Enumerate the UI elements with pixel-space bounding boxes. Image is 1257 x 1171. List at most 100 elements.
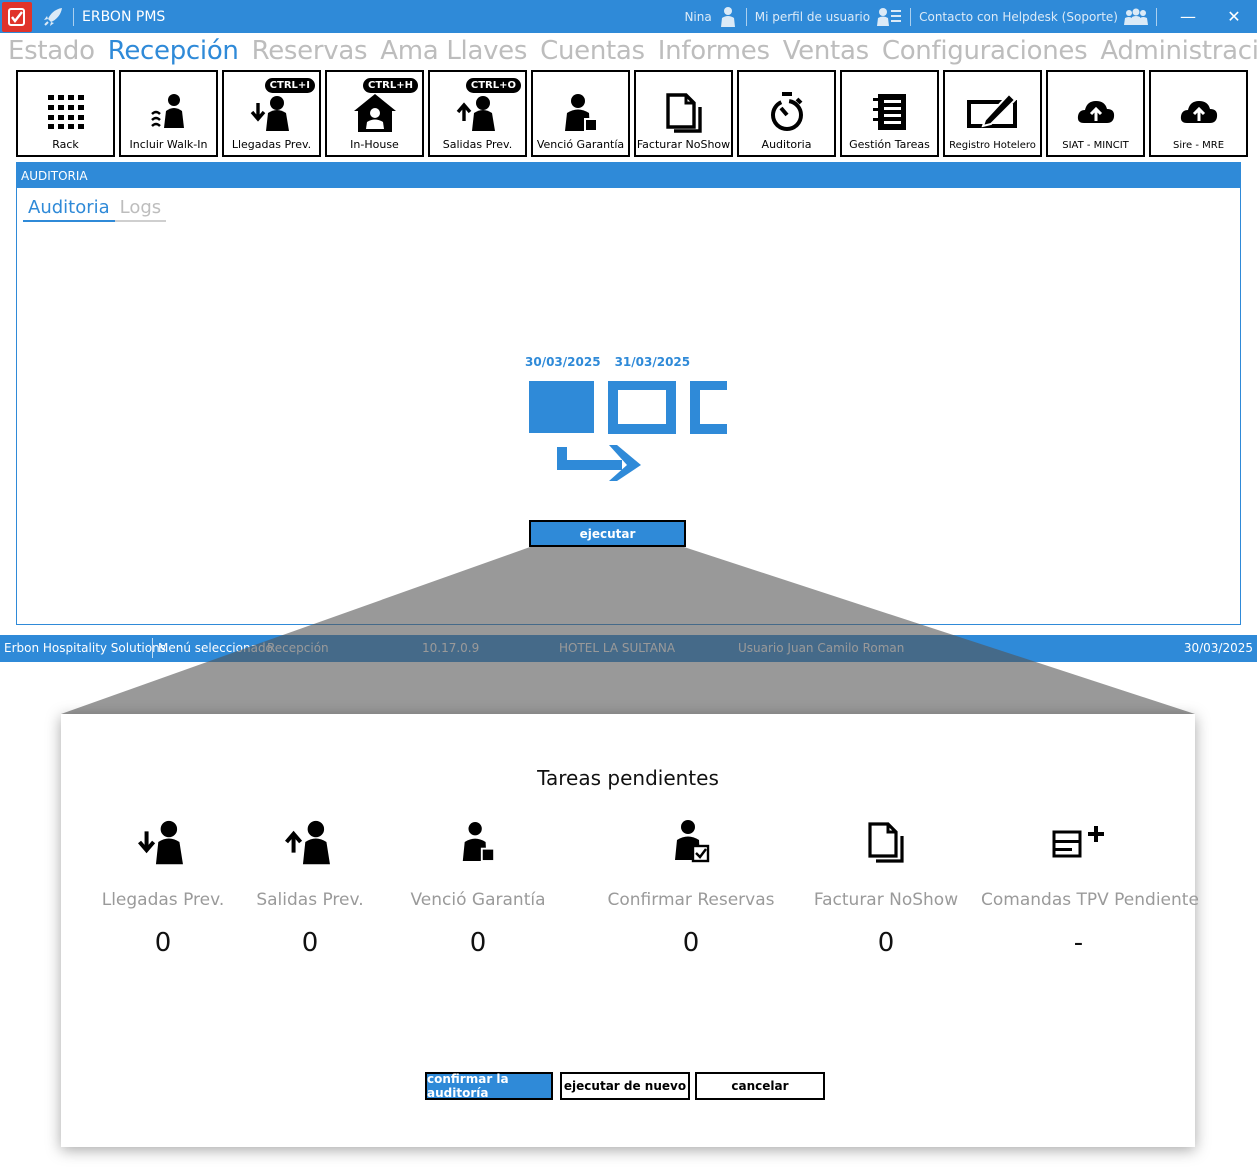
task-count: 0 [301,928,319,958]
menu-item-estado[interactable]: Estado [8,36,95,66]
task-label: Llegadas Prev. [101,890,225,910]
task-noshow: Facturar NoShow 0 [811,814,961,958]
user-icon [720,6,735,27]
status-version: 10.17.0.9 [422,641,480,655]
menu-item-ventas[interactable]: Ventas [783,36,869,66]
rerun-button[interactable]: ejecutar de nuevo [560,1072,690,1100]
guarantee-icon [398,814,558,870]
guarantee-button[interactable]: Venció Garantía [531,70,630,157]
guarantee-label: Venció Garantía [536,138,625,151]
grid-icon [18,90,113,134]
helpdesk-link[interactable]: Contacto con Helpdesk (Soporte) [919,8,1148,26]
title-separator [73,7,74,26]
in-house-label: In-House [350,138,399,151]
status-separator [152,638,153,658]
audit-tabs: Auditoria Logs [23,197,167,222]
user-name: Nina [684,9,712,24]
rocket-icon[interactable] [41,5,65,29]
tab-logs[interactable]: Logs [114,197,167,222]
guarantee-icon [533,90,628,134]
walk-in-button[interactable]: Incluir Walk-In [119,70,218,157]
documents-icon [636,90,731,134]
menu-item-configuraciones[interactable]: Configuraciones [882,36,1088,66]
menu-item-administracion[interactable]: Administración [1100,36,1257,66]
audit-button[interactable]: Auditoria [737,70,836,157]
noshow-button[interactable]: Facturar NoShow [634,70,733,157]
arrival-icon [224,90,319,134]
walk-in-icon [121,90,216,134]
title-separator [745,7,747,26]
tab-auditoria[interactable]: Auditoria [23,197,115,222]
close-button[interactable]: ✕ [1211,0,1257,33]
siat-button[interactable]: SIAT - MINCIT [1046,70,1145,157]
tasks-label: Gestión Tareas [849,138,930,151]
panel-header: AUDITORIA [17,163,1240,188]
profile-label: Mi perfil de usuario [754,9,871,24]
siat-label: SIAT - MINCIT [1062,140,1129,151]
profile-link[interactable]: Mi perfil de usuario [755,7,902,27]
group-icon [1124,8,1148,25]
date-to: 31/03/2025 [614,355,691,369]
task-pos-orders: Comandas TPV Pendiente - [981,814,1199,958]
arrivals-button[interactable]: CTRL+I Llegadas Prev. [222,70,321,157]
task-count: 0 [154,928,172,958]
status-company: Erbon Hospitality Solutions [4,641,166,655]
rack-label: Rack [52,138,79,151]
arrival-icon [83,814,243,870]
add-list-icon [981,814,1176,870]
task-label: Confirmar Reservas [607,890,775,910]
cloud-upload-icon [1151,90,1246,134]
confirm-audit-button[interactable]: confirmar la auditoría [425,1072,553,1100]
menu-item-recepcion[interactable]: Recepción [108,36,239,66]
sign-icon [945,90,1040,134]
task-count: 0 [469,928,487,958]
pending-tasks-dialog: Tareas pendientes Llegadas Prev. 0 Salid… [61,714,1199,1147]
menu-item-ama-llaves[interactable]: Ama Llaves [380,36,527,66]
menu-item-reservas[interactable]: Reservas [252,36,368,66]
stopwatch-icon [739,90,834,134]
sire-label: Sire - MRE [1172,140,1225,151]
in-house-button[interactable]: CTRL+H In-House [325,70,424,157]
app-title: ERBON PMS [82,8,166,25]
task-label: Comandas TPV Pendiente [981,890,1199,910]
departures-label: Salidas Prev. [442,138,513,151]
execute-button[interactable]: ejecutar [529,520,686,547]
app-logo-icon [2,1,32,32]
house-icon [327,90,422,134]
status-menu-value: Recepción [267,641,329,655]
title-separator [910,7,912,26]
task-count: 0 [682,928,700,958]
status-bar: Erbon Hospitality Solutions Menú selecci… [0,635,1257,662]
title-bar: ERBON PMS Nina Mi perfil de usuario Cont… [0,0,1257,33]
audit-label: Auditoria [761,138,812,151]
cloud-upload-icon [1048,90,1143,134]
rack-button[interactable]: Rack [16,70,115,157]
day-close-icon [527,380,731,489]
sire-button[interactable]: Sire - MRE [1149,70,1248,157]
main-menu: Estado Recepción Reservas Ama Llaves Cue… [8,36,1257,66]
reception-toolbar: Rack Incluir Walk-In CTRL+I Llegadas Pre… [16,70,1248,157]
task-departures: Salidas Prev. 0 [235,814,385,958]
menu-item-cuentas[interactable]: Cuentas [540,36,645,66]
hotel-registry-label: Registro Hotelero [949,140,1036,151]
task-label: Facturar NoShow [813,890,959,910]
task-label: Salidas Prev. [256,890,364,910]
dialog-title: Tareas pendientes [537,766,719,790]
noshow-label: Facturar NoShow [636,138,731,151]
date-from: 30/03/2025 [525,355,601,369]
status-date: 30/03/2025 [1183,641,1253,655]
cancel-button[interactable]: cancelar [695,1072,825,1100]
user-menu[interactable]: Nina [684,6,737,28]
arrivals-label: Llegadas Prev. [231,138,312,151]
task-arrivals: Llegadas Prev. 0 [83,814,243,958]
documents-icon [811,814,961,870]
tasks-button[interactable]: Gestión Tareas [840,70,939,157]
menu-item-informes[interactable]: Informes [658,36,770,66]
task-count: 0 [877,928,895,958]
hotel-registry-button[interactable]: Registro Hotelero [943,70,1042,157]
minimize-button[interactable]: — [1165,0,1211,33]
audit-dates: 30/03/2025 31/03/2025 [525,355,690,369]
departures-button[interactable]: CTRL+O Salidas Prev. [428,70,527,157]
task-list-icon [842,90,937,134]
task-count: - [1073,928,1084,958]
